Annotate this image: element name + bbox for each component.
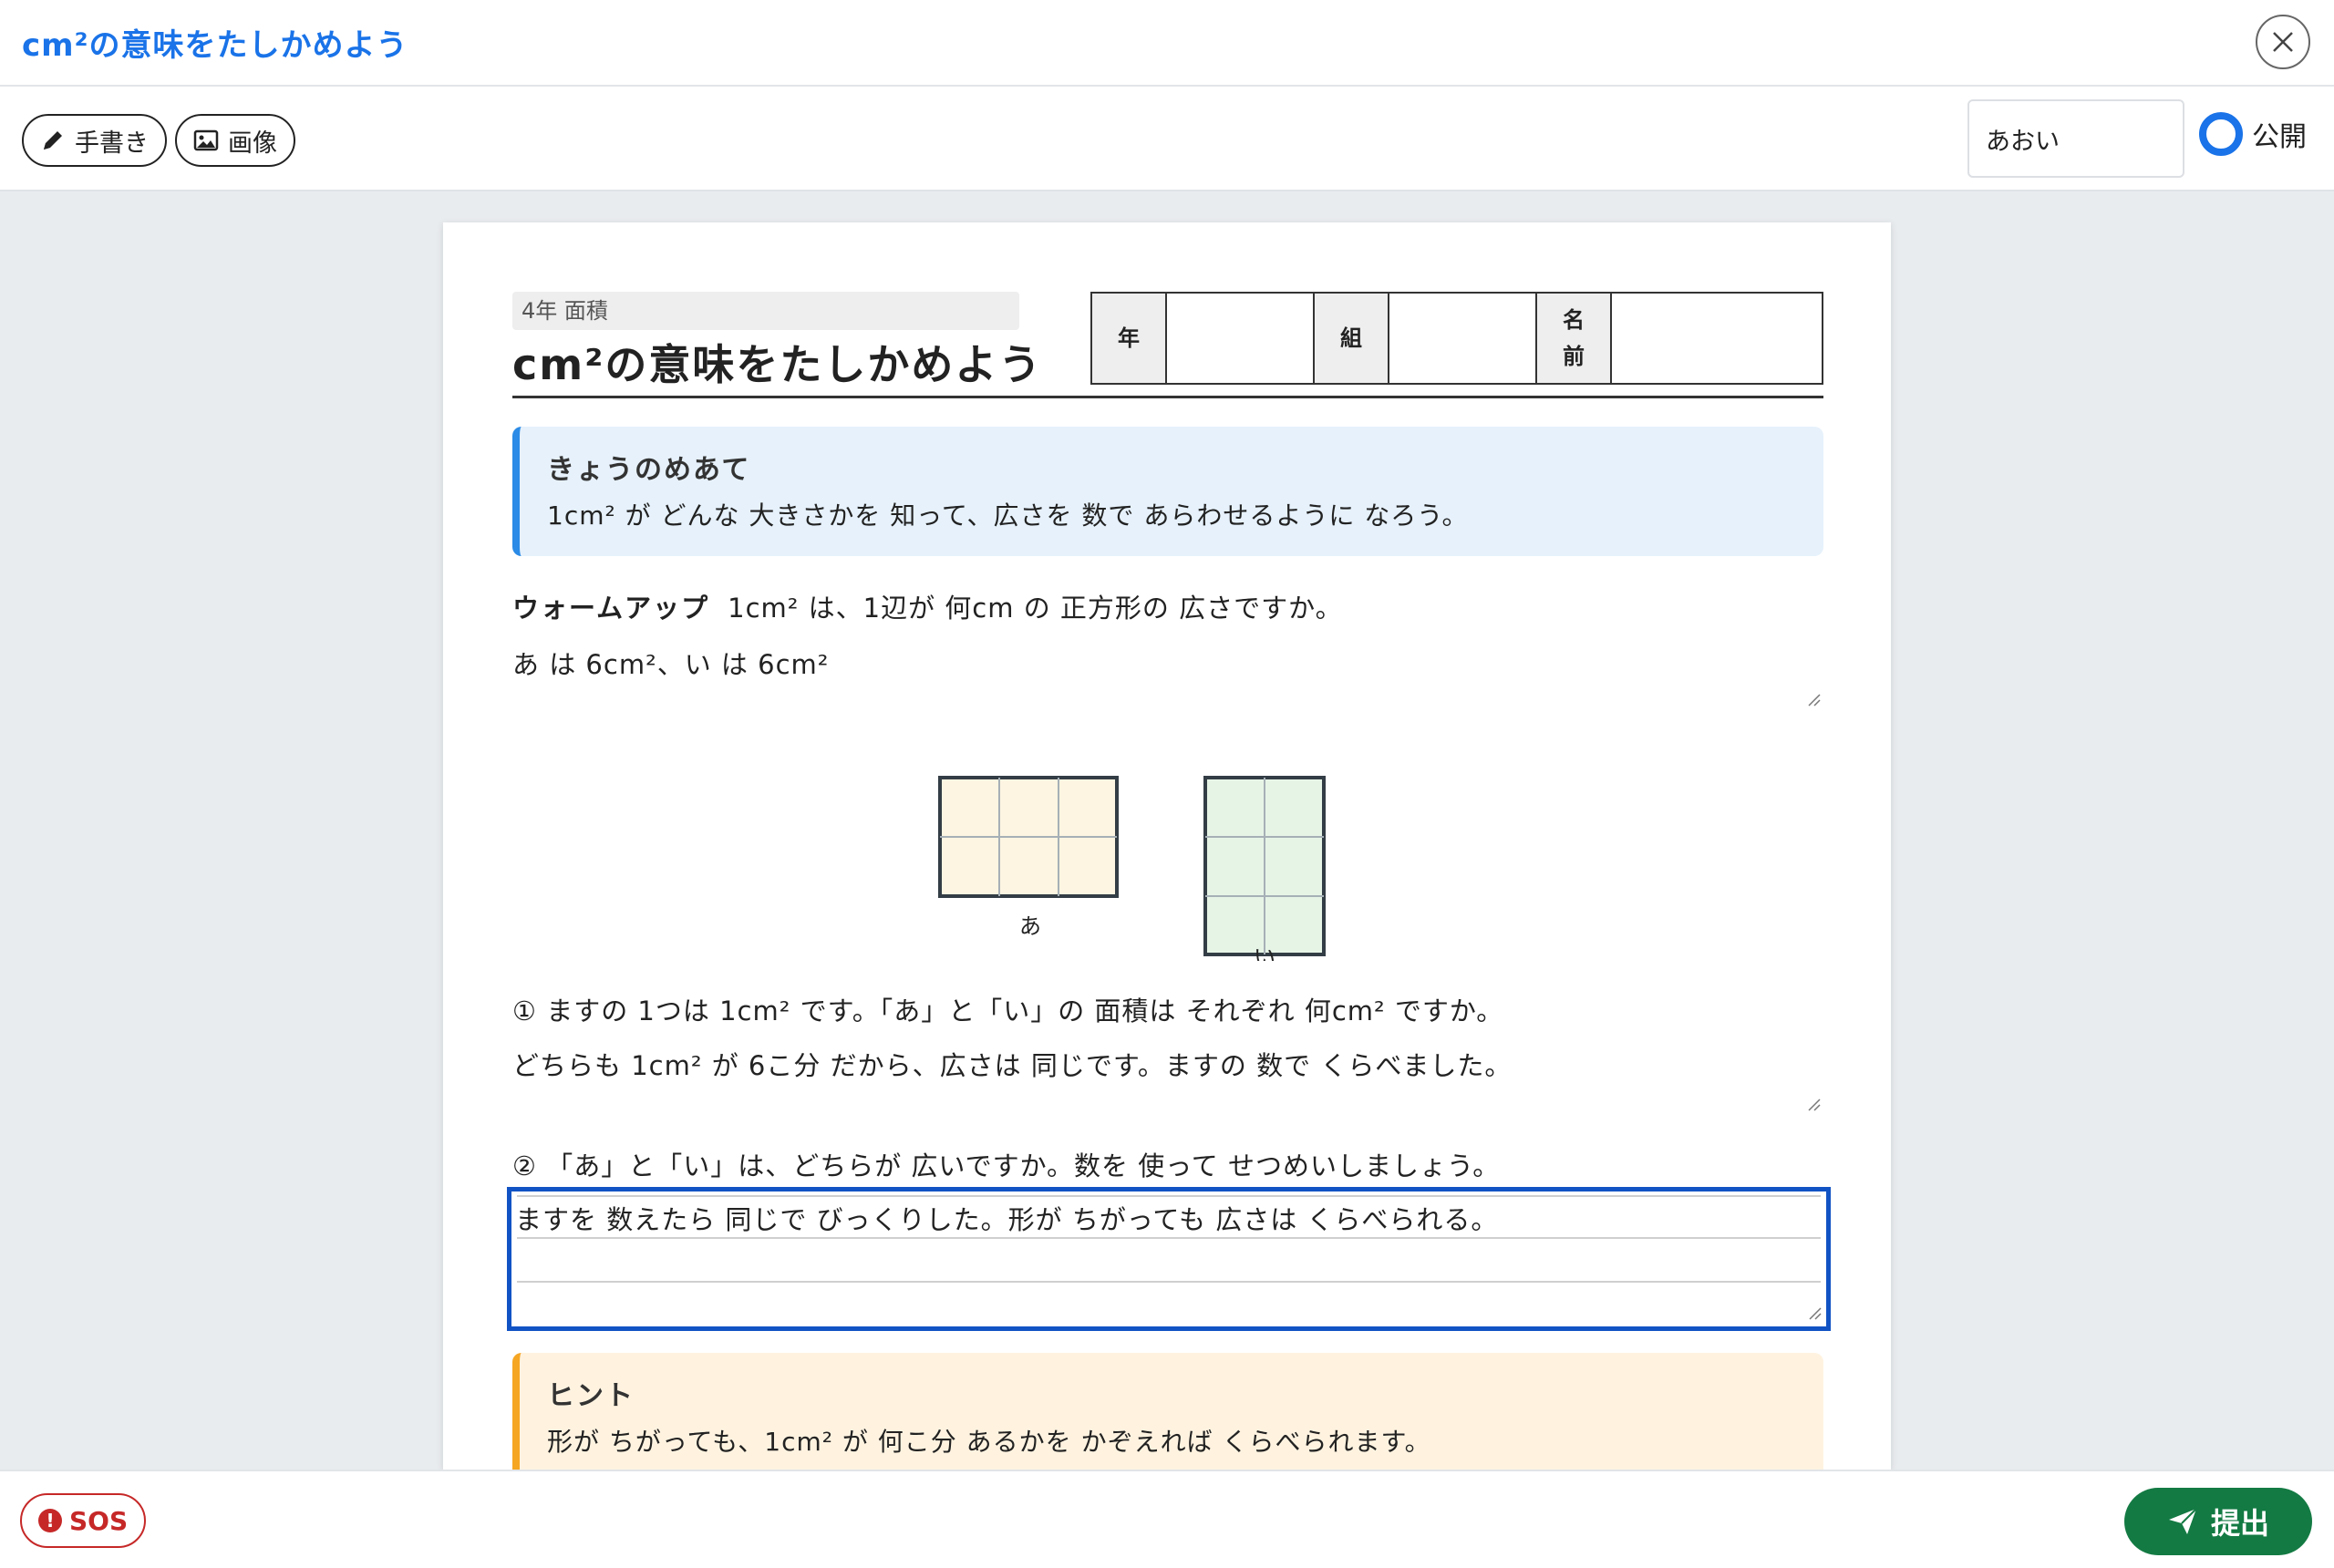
publish-label: 公開 — [2252, 121, 2307, 153]
hint-heading: ヒント — [547, 1380, 635, 1412]
class-field[interactable] — [1389, 294, 1537, 383]
sos-label: SOS — [69, 1505, 129, 1536]
class-label: 組 — [1315, 294, 1389, 383]
publish-toggle[interactable]: 公開 — [2199, 112, 2307, 156]
image-button[interactable]: 画像 — [175, 114, 295, 167]
publish-radio[interactable] — [2199, 112, 2243, 156]
figure-a — [938, 776, 1119, 898]
student-name-input[interactable] — [1967, 99, 2184, 178]
title-bar: cm²の意味をたしかめよう — [0, 0, 2334, 87]
close-icon — [2273, 32, 2293, 52]
goal-heading: きょうのめあて — [547, 454, 751, 486]
handwriting-button[interactable]: 手書き — [22, 114, 167, 167]
question-2: ② 「あ」と「い」は、どちらが 広いですか。数を 使って せつめいしましょう。 — [512, 1150, 1501, 1181]
image-icon — [193, 129, 219, 151]
footer-bar: ! SOS 提出 — [0, 1470, 2334, 1568]
worksheet-title: cm²の意味をたしかめよう — [512, 340, 1043, 389]
student-info-table: 年 組 名前 — [1090, 292, 1823, 385]
hint-box: ヒント 形が ちがっても、1cm² が 何こ分 あるかを かぞえれば くらべられ… — [512, 1353, 1823, 1470]
year-label: 年 — [1092, 294, 1167, 383]
warmup-answer-field[interactable]: あ は 6cm²、い は 6cm² — [512, 644, 829, 682]
page-title: cm²の意味をたしかめよう — [22, 27, 408, 64]
warmup-question-text: 1cm² は、1辺が 何cm の 正方形の 広さですか。 — [728, 593, 1343, 624]
send-icon — [2168, 1508, 2197, 1534]
q2-answer-field[interactable]: ますを 数えたら 同じで びっくりした。形が ちがっても 広さは くらべられる。 — [507, 1187, 1831, 1331]
figure-i — [1203, 776, 1326, 956]
warmup-label: ウォームアップ — [512, 593, 710, 624]
goal-text: 1cm² が どんな 大きさかを 知って、広さを 数で あらわせるように なろう… — [547, 500, 1469, 531]
resize-handle-icon[interactable] — [1805, 1096, 1822, 1112]
q1-answer-field[interactable]: どちらも 1cm² が 6こ分 だから、広さは 同じです。ますの 数で くらべま… — [512, 1045, 1512, 1083]
alert-icon: ! — [38, 1509, 62, 1532]
toolbar: 手書き 画像 公開 — [0, 87, 2334, 191]
image-label: 画像 — [228, 129, 277, 158]
sos-button[interactable]: ! SOS — [20, 1493, 147, 1548]
name-label: 名前 — [1537, 294, 1612, 383]
title-divider — [512, 396, 1823, 398]
goal-box: きょうのめあて 1cm² が どんな 大きさかを 知って、広さを 数で あらわせ… — [512, 427, 1823, 556]
hint-text: 形が ちがっても、1cm² が 何こ分 あるかを かぞえれば くらべられます。 — [547, 1427, 1431, 1457]
submit-label: 提出 — [2210, 1506, 2269, 1541]
worksheet: 4年 面積 cm²の意味をたしかめよう 年 組 名前 きょうのめあて 1cm² … — [443, 222, 1891, 1470]
figure-i-label: い — [1254, 944, 1275, 961]
handwriting-label: 手書き — [75, 129, 149, 158]
year-field[interactable] — [1167, 294, 1315, 383]
pencil-icon — [44, 131, 62, 150]
ruled-line — [517, 1281, 1821, 1283]
warmup-question: ウォームアップ 1cm² は、1辺が 何cm の 正方形の 広さですか。 — [512, 587, 1343, 625]
resize-handle-icon[interactable] — [1806, 1305, 1823, 1321]
ruled-line — [517, 1237, 1821, 1239]
grade-tag: 4年 面積 — [512, 292, 1019, 330]
resize-handle-icon[interactable] — [1805, 691, 1822, 707]
name-field[interactable] — [1612, 294, 1822, 383]
ruled-line — [517, 1195, 1821, 1197]
submit-button[interactable]: 提出 — [2124, 1488, 2312, 1555]
close-button[interactable] — [2256, 15, 2310, 69]
figure-a-label: あ — [1019, 913, 1041, 939]
q2-answer-text[interactable]: ますを 数えたら 同じで びっくりした。形が ちがっても 広さは くらべられる。 — [515, 1199, 1498, 1237]
question-1: ① ますの 1つは 1cm² です。「あ」と「い」の 面積は それぞれ 何cm²… — [512, 995, 1504, 1026]
